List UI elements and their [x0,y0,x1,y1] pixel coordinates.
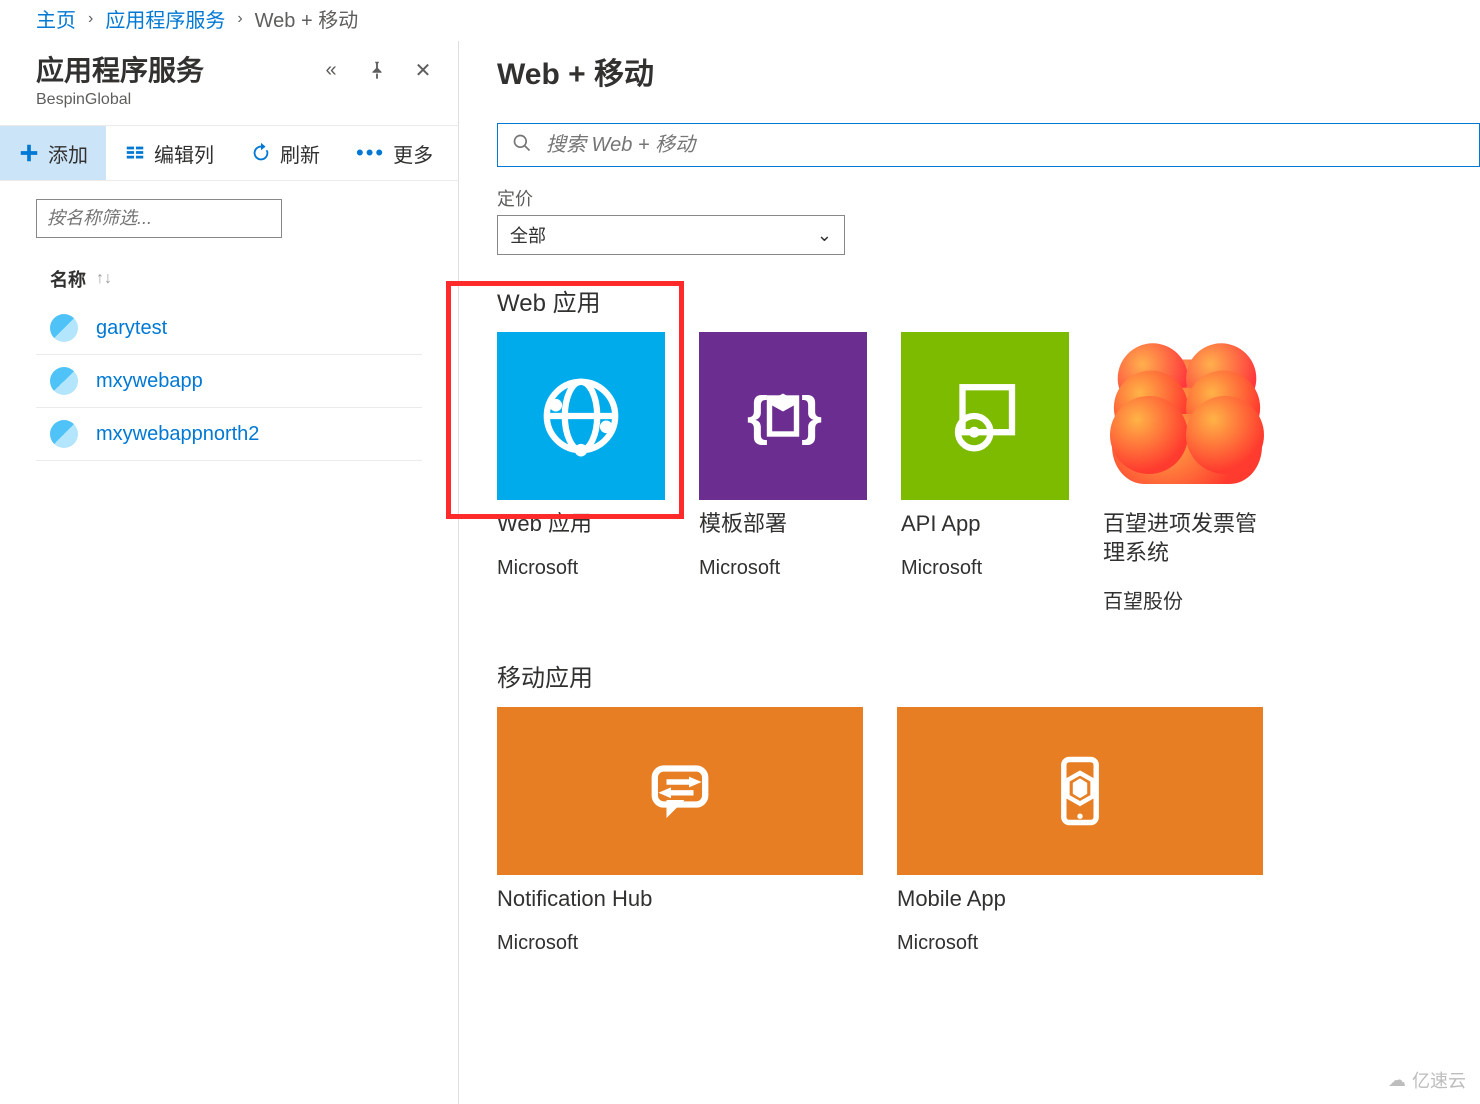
more-button[interactable]: ••• 更多 [338,126,451,180]
edit-columns-button[interactable]: 编辑列 [106,126,232,180]
card-publisher: Microsoft [497,557,665,580]
pricing-label: 定价 [497,185,1480,211]
card-publisher: Microsoft [897,932,1263,955]
card-api-app[interactable]: API App Microsoft [901,332,1069,614]
breadcrumb: 主页 › 应用程序服务 › Web + 移动 [0,0,1480,41]
pin-icon[interactable] [366,59,388,81]
panel-title: 应用程序服务 [36,49,204,89]
search-icon [512,133,532,158]
filter-input[interactable] [36,199,282,238]
card-name: Mobile App [897,885,1263,914]
card-name: 模板部署 [699,510,867,539]
card-publisher: Microsoft [901,557,1069,580]
webapp-icon [50,420,78,448]
close-icon[interactable]: ✕ [412,59,434,81]
item-name: mxywebappnorth2 [96,423,259,446]
sort-icon: ↑↓ [96,270,112,288]
columns-icon [124,142,146,164]
list-item[interactable]: mxywebappnorth2 [36,408,422,461]
webapp-icon [50,314,78,342]
card-name: Notification Hub [497,885,863,914]
item-name: mxywebapp [96,370,203,393]
notification-icon [497,707,863,875]
card-name: Web 应用 [497,510,665,539]
web-icon [497,332,665,500]
search-input[interactable] [546,134,1465,157]
search-box[interactable] [497,123,1480,167]
pricing-value: 全部 [510,222,546,248]
list-item[interactable]: mxywebapp [36,355,422,408]
card-name: 百望进项发票管理系统 [1103,510,1271,567]
section-title-web: Web 应用 [497,283,1480,318]
filter-box [36,199,282,238]
api-icon [901,332,1069,500]
column-header-name[interactable]: 名称 ↑↓ [50,266,458,292]
list-item[interactable]: garytest [36,302,422,355]
card-template-deploy[interactable]: {} 模板部署 Microsoft [699,332,867,614]
edit-columns-label: 编辑列 [154,139,214,168]
breadcrumb-current: Web + 移动 [255,4,359,33]
cloud-icon: ☁ [1388,1070,1406,1091]
webapp-icon [50,367,78,395]
right-panel: Web + 移动 定价 全部 ⌄ Web 应用 Web 应用 Microsoft [459,41,1480,1104]
chevron-right-icon: › [88,10,93,28]
card-row-web: Web 应用 Microsoft {} 模板部署 Microsoft API A… [497,332,1480,614]
card-name: API App [901,510,1069,539]
pricing-select[interactable]: 全部 ⌄ [497,215,845,255]
chevron-right-icon: › [237,10,242,28]
card-mobile-app[interactable]: Mobile App Microsoft [897,707,1263,955]
card-publisher: 百望股份 [1103,585,1271,614]
breadcrumb-home[interactable]: 主页 [36,4,76,33]
collapse-icon[interactable]: « [320,59,342,81]
more-icon: ••• [356,140,385,166]
mobile-icon [897,707,1263,875]
chevron-down-icon: ⌄ [817,225,832,246]
card-notification-hub[interactable]: Notification Hub Microsoft [497,707,863,955]
svg-text:{: { [747,386,768,446]
baiwang-icon [1103,332,1271,500]
refresh-icon [250,142,272,164]
card-publisher: Microsoft [497,932,863,955]
refresh-label: 刷新 [280,139,320,168]
svg-text:}: } [801,386,822,446]
add-button[interactable]: 添加 [0,126,106,180]
section-title-mobile: 移动应用 [497,658,1480,693]
breadcrumb-services[interactable]: 应用程序服务 [105,4,225,33]
watermark: ☁ 亿速云 [1388,1067,1466,1093]
card-baiwang[interactable]: 百望进项发票管理系统 百望股份 [1103,332,1271,614]
panel-subtitle: BespinGlobal [36,91,204,109]
toolbar: 添加 编辑列 刷新 ••• 更多 [0,125,458,181]
card-row-mobile: Notification Hub Microsoft Mobile App Mi… [497,707,1480,955]
template-icon: {} [699,332,867,500]
page-title: Web + 移动 [497,49,1480,93]
item-name: garytest [96,317,167,340]
plus-icon [18,142,40,164]
left-panel: 应用程序服务 BespinGlobal « ✕ 添加 [0,41,459,1104]
add-label: 添加 [48,139,88,168]
card-web-app[interactable]: Web 应用 Microsoft [497,332,665,614]
card-publisher: Microsoft [699,557,867,580]
app-list: garytest mxywebapp mxywebappnorth2 [36,302,422,461]
refresh-button[interactable]: 刷新 [232,126,338,180]
more-label: 更多 [393,139,433,168]
